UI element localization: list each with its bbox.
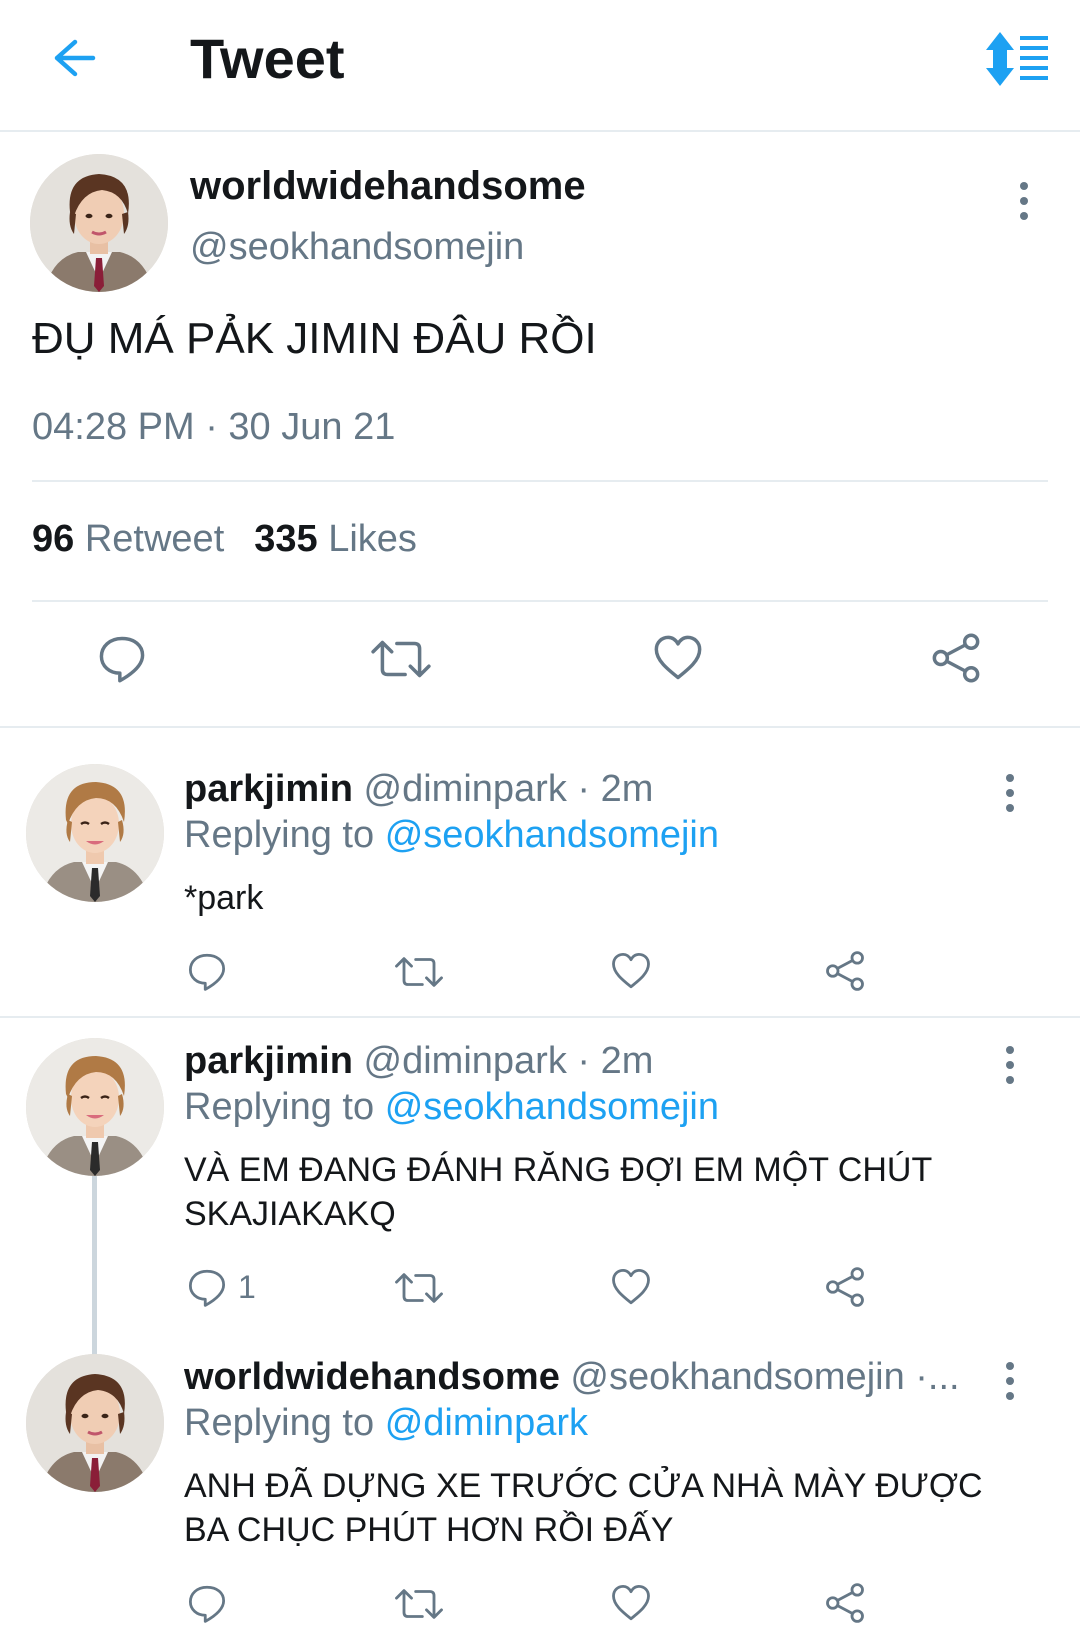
- replying-label: Replying to: [184, 1086, 375, 1128]
- more-vertical-icon: [1006, 1046, 1014, 1054]
- main-tweet: worldwidehandsome @seokhandsomejin ĐỤ MÁ…: [0, 134, 1080, 728]
- author-name[interactable]: worldwidehandsome: [184, 1356, 560, 1398]
- tweet-actions: [0, 596, 1080, 696]
- retweet-icon: [394, 1268, 444, 1308]
- like-button[interactable]: [610, 1266, 652, 1308]
- sort-button[interactable]: [982, 30, 1050, 88]
- reply-header: parkjimin @diminpark · 2m: [184, 1040, 984, 1083]
- reply-button[interactable]: [186, 1582, 238, 1624]
- avatar[interactable]: [26, 764, 164, 902]
- more-options-button[interactable]: [990, 1040, 1030, 1090]
- reply-tweet[interactable]: worldwidehandsome @seokhandsomejin ·... …: [0, 1334, 1080, 1647]
- heart-icon: [610, 1266, 652, 1308]
- reply-icon: [186, 950, 228, 992]
- more-options-button[interactable]: [990, 768, 1030, 818]
- reply-tweet[interactable]: parkjimin @diminpark · 2m Replying to @s…: [0, 1018, 1080, 1328]
- retweet-count: 96: [32, 518, 75, 560]
- replying-mention[interactable]: @seokhandsomejin: [385, 814, 719, 856]
- reply-count: 1: [238, 1268, 256, 1305]
- retweet-icon: [394, 952, 444, 992]
- share-button[interactable]: [824, 1266, 866, 1308]
- reply-icon: [186, 1582, 228, 1624]
- share-icon: [930, 632, 982, 684]
- share-icon: [824, 950, 866, 992]
- more-options-button[interactable]: [1004, 176, 1044, 226]
- share-button[interactable]: [824, 1582, 866, 1624]
- reply-button[interactable]: 1: [186, 1266, 256, 1308]
- heart-icon: [610, 1582, 652, 1624]
- retweet-stat[interactable]: 96 Retweet: [32, 518, 224, 560]
- heart-icon: [652, 632, 704, 684]
- author-name[interactable]: parkjimin: [184, 768, 353, 810]
- more-vertical-icon: [1006, 1362, 1014, 1370]
- more-vertical-icon: [1020, 182, 1028, 190]
- sort-icon: [986, 32, 1048, 86]
- replying-mention[interactable]: @seokhandsomejin: [385, 1086, 719, 1128]
- reply-icon: [186, 1266, 228, 1308]
- reply-header: parkjimin @diminpark · 2m: [184, 768, 984, 811]
- reply-icon: [96, 632, 148, 684]
- share-icon: [824, 1582, 866, 1624]
- retweet-button[interactable]: [394, 952, 444, 992]
- avatar[interactable]: [26, 1038, 164, 1176]
- reply-button[interactable]: [186, 950, 238, 992]
- author-handle[interactable]: @seokhandsomejin: [190, 226, 524, 269]
- retweet-button[interactable]: [394, 1584, 444, 1624]
- replying-label: Replying to: [184, 1402, 375, 1444]
- reply-text: VÀ EM ĐANG ĐÁNH RĂNG ĐỢI EM MỘT CHÚT SKA…: [184, 1151, 932, 1233]
- retweet-button[interactable]: [394, 1268, 444, 1308]
- tweet-text: ĐỤ MÁ PẢK JIMIN ĐÂU RỒI: [32, 314, 597, 363]
- retweet-icon: [394, 1584, 444, 1624]
- page-title: Tweet: [190, 27, 345, 90]
- like-button[interactable]: [652, 632, 704, 684]
- reply-tweet[interactable]: parkjimin @diminpark · 2m Replying to @s…: [0, 730, 1080, 1016]
- retweet-label: Retweet: [84, 518, 225, 560]
- share-button[interactable]: [824, 950, 866, 992]
- share-button[interactable]: [930, 632, 982, 684]
- back-button[interactable]: [46, 30, 102, 86]
- reply-header: worldwidehandsome @seokhandsomejin ·...: [184, 1356, 984, 1399]
- author-handle-time[interactable]: @diminpark · 2m: [364, 768, 654, 810]
- top-bar: Tweet: [0, 0, 1080, 132]
- more-vertical-icon: [1006, 774, 1014, 782]
- replying-to: Replying to @diminpark: [184, 1402, 588, 1445]
- tweet-stats: 96 Retweet 335 Likes: [32, 518, 417, 561]
- arrow-left-icon: [54, 39, 96, 77]
- replying-to: Replying to @seokhandsomejin: [184, 814, 719, 857]
- avatar[interactable]: [30, 154, 168, 292]
- author-handle-time[interactable]: @diminpark · 2m: [364, 1040, 654, 1082]
- retweet-icon: [370, 634, 432, 684]
- retweet-button[interactable]: [370, 634, 432, 684]
- likes-stat[interactable]: 335 Likes: [254, 518, 417, 560]
- author-handle-time[interactable]: @seokhandsomejin ·...: [570, 1356, 959, 1398]
- replying-label: Replying to: [184, 814, 375, 856]
- author-name[interactable]: worldwidehandsome: [190, 164, 586, 209]
- likes-label: Likes: [328, 518, 417, 560]
- like-button[interactable]: [610, 950, 652, 992]
- tweet-timestamp: 04:28 PM · 30 Jun 21: [32, 406, 396, 448]
- like-button[interactable]: [610, 1582, 652, 1624]
- divider: [32, 480, 1048, 482]
- share-icon: [824, 1266, 866, 1308]
- more-options-button[interactable]: [990, 1356, 1030, 1406]
- author-name[interactable]: parkjimin: [184, 1040, 353, 1082]
- heart-icon: [610, 950, 652, 992]
- reply-text: ANH ĐÃ DỰNG XE TRƯỚC CỬA NHÀ MÀY ĐƯỢC BA…: [184, 1467, 983, 1549]
- likes-count: 335: [254, 518, 318, 560]
- replying-to: Replying to @seokhandsomejin: [184, 1086, 719, 1129]
- avatar[interactable]: [26, 1354, 164, 1492]
- reply-text: *park: [184, 879, 264, 917]
- reply-button[interactable]: [96, 632, 148, 684]
- replying-mention[interactable]: @diminpark: [385, 1402, 588, 1444]
